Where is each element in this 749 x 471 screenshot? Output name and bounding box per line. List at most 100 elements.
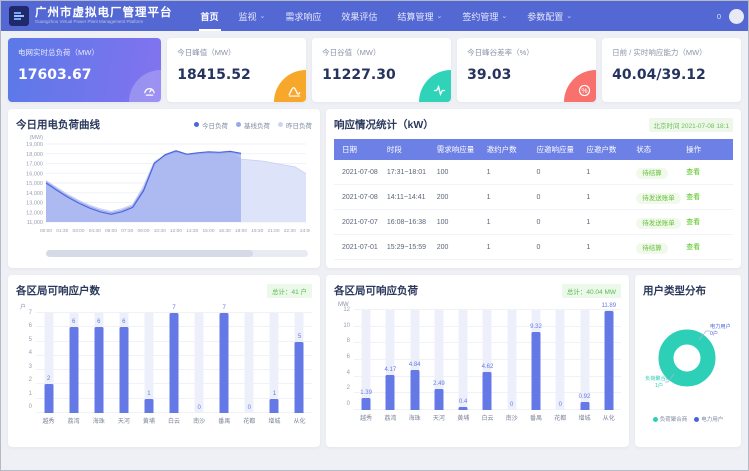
view-link[interactable]: 查看 — [686, 194, 700, 201]
kpi-value: 11227.30 — [322, 67, 441, 83]
nav-item-签约管理[interactable]: 签约管理⌄ — [452, 1, 517, 31]
bar-番禺: 9.32 — [524, 310, 548, 410]
nav-item-效果评估[interactable]: 效果评估 — [331, 1, 387, 31]
nav-item-参数配置[interactable]: 参数配置⌄ — [517, 1, 582, 31]
avatar[interactable] — [729, 9, 744, 24]
y-axis: 121086420 — [334, 307, 354, 407]
district-load-chart: MW1210864201.394.174.842.490.44.6209.320… — [334, 302, 621, 422]
svg-text:11,000: 11,000 — [27, 220, 43, 226]
view-link[interactable]: 查看 — [686, 169, 700, 176]
svg-text:负荷聚合商: 负荷聚合商 — [645, 374, 671, 382]
bar-花都: 0 — [237, 313, 262, 413]
svg-text:(MW): (MW) — [30, 135, 44, 141]
bar-白云: 4.62 — [475, 310, 499, 410]
bar-value-label: 0 — [248, 405, 251, 411]
bar-value-label: 4.17 — [385, 367, 397, 373]
response-table-head-row: 日期时段需求响应量邀约户数应邀响应量应邀户数状态操作 — [334, 139, 733, 160]
legend-dot-icon — [694, 417, 699, 422]
bar-海珠: 6 — [86, 313, 111, 413]
app-title: 广州市虚拟电厂管理平台 — [35, 7, 173, 20]
chevron-down-icon: ⌄ — [566, 12, 572, 20]
bar-荔湾: 4.17 — [378, 310, 402, 410]
svg-text:19:30: 19:30 — [251, 228, 263, 234]
y-axis-unit: 户 — [20, 302, 312, 311]
bar-天河: 6 — [111, 313, 136, 413]
bar-value-label: 0.92 — [579, 394, 591, 400]
response-table-body: 2021-07-0817:31~18:01100101待结算查看2021-07-… — [334, 160, 733, 260]
svg-text:19,000: 19,000 — [26, 142, 43, 148]
kpi-value: 40.04/39.12 — [612, 67, 731, 83]
datazoom-handle[interactable] — [46, 250, 253, 257]
table-cell: 100 — [434, 210, 484, 235]
view-link[interactable]: 查看 — [686, 219, 700, 226]
response-stats-panel: 响应情况统计（kW） 北京时间 2021-07-08 18:1 日期时段需求响应… — [326, 109, 741, 268]
table-cell: 14:11~14:41 — [384, 185, 434, 210]
load-curve-legend: 今日负荷基线负荷昨日负荷 — [194, 120, 312, 130]
bar-增城: 1 — [262, 313, 287, 413]
legend-dot-icon — [194, 122, 199, 127]
bar-value-label: 1 — [273, 391, 276, 397]
view-link[interactable]: 查看 — [686, 244, 700, 251]
bar-花都: 0 — [548, 310, 572, 410]
nav-item-结算管理[interactable]: 结算管理⌄ — [387, 1, 452, 31]
legend-item-昨日负荷[interactable]: 昨日负荷 — [278, 120, 312, 130]
bar-value-label: 1 — [147, 391, 150, 397]
table-cell: 1 — [484, 185, 534, 210]
table-cell: 0 — [534, 185, 584, 210]
status-badge: 待结算 — [636, 168, 668, 179]
table-cell: 1 — [484, 210, 534, 235]
x-axis-labels: 越秀荔湾海珠天河黄埔白云南沙番禺花都增城从化 — [354, 413, 621, 422]
table-cell: 200 — [434, 185, 484, 210]
district-users-panel: 各区局可响应户数 总计：41 户 户7654321026661707015越秀荔… — [8, 275, 320, 447]
district-load-total-badge: 总计：40.04 MW — [562, 284, 621, 298]
notification-count[interactable]: 0 — [717, 12, 721, 21]
svg-text:18,000: 18,000 — [26, 152, 43, 158]
bar-value-label: 1.39 — [360, 390, 372, 396]
table-cell: 2021-07-08 — [334, 185, 384, 210]
bar-value-label: 7 — [223, 305, 226, 311]
kpi-value: 17603.67 — [18, 67, 151, 83]
legend-item-基线负荷[interactable]: 基线负荷 — [236, 120, 270, 130]
bar-从化: 11.89 — [597, 310, 621, 410]
status-badge: 待发送账单 — [636, 218, 681, 229]
legend-item-负荷聚合商[interactable]: 负荷聚合商 — [653, 415, 688, 423]
legend-dot-icon — [236, 122, 241, 127]
svg-text:16:30: 16:30 — [219, 228, 231, 234]
table-cell: 1 — [484, 235, 534, 260]
nav-item-需求响应[interactable]: 需求响应 — [275, 1, 331, 31]
bar-增城: 0.92 — [572, 310, 596, 410]
nav-item-监视[interactable]: 监视⌄ — [229, 1, 276, 31]
table-cell: 16:08~16:38 — [384, 210, 434, 235]
datazoom-slider[interactable] — [46, 250, 308, 257]
bar-value-label: 0 — [559, 402, 562, 408]
logo-icon — [9, 6, 29, 26]
svg-text:15,000: 15,000 — [26, 181, 43, 187]
bar-value-label: 4.84 — [409, 362, 421, 368]
kpi-value: 18415.52 — [177, 67, 296, 83]
legend-item-今日负荷[interactable]: 今日负荷 — [194, 120, 228, 130]
svg-text:01:30: 01:30 — [56, 228, 68, 234]
svg-text:09:00: 09:00 — [137, 228, 149, 234]
bar-越秀: 2 — [36, 313, 61, 413]
kpi-card-today-peak: 今日峰值（MW） 18415.52 — [167, 38, 306, 102]
svg-text:17,000: 17,000 — [26, 162, 43, 168]
table-cell: 2021-07-07 — [334, 210, 384, 235]
district-users-chart: 户7654321026661707015越秀荔湾海珠天河黄埔白云南沙番禺花都增城… — [16, 302, 312, 425]
bar-天河: 2.49 — [427, 310, 451, 410]
svg-text:24:00: 24:00 — [300, 228, 310, 234]
kpi-label: 今日峰值（MW） — [177, 47, 296, 58]
kpi-card-peak-valley-rate: 今日峰谷差率（%） 39.03 % — [457, 38, 596, 102]
nav-item-首页[interactable]: 首页 — [191, 1, 229, 31]
svg-text:18:00: 18:00 — [235, 228, 247, 234]
table-header-需求响应量: 需求响应量 — [434, 139, 484, 160]
district-users-title: 各区局可响应户数 — [16, 283, 100, 298]
bar-番禺: 7 — [212, 313, 237, 413]
bar-value-label: 2.49 — [433, 381, 445, 387]
x-axis-labels: 越秀荔湾海珠天河黄埔白云南沙番禺花都增城从化 — [36, 416, 312, 425]
legend-dot-icon — [653, 417, 658, 422]
legend-item-电力用户[interactable]: 电力用户 — [694, 415, 723, 423]
svg-text:1户: 1户 — [655, 381, 663, 389]
district-load-panel: 各区局可响应负荷 总计：40.04 MW MW1210864201.394.17… — [326, 275, 629, 447]
bar-value-label: 0 — [510, 402, 513, 408]
kpi-label: 今日谷值（MW） — [322, 47, 441, 58]
